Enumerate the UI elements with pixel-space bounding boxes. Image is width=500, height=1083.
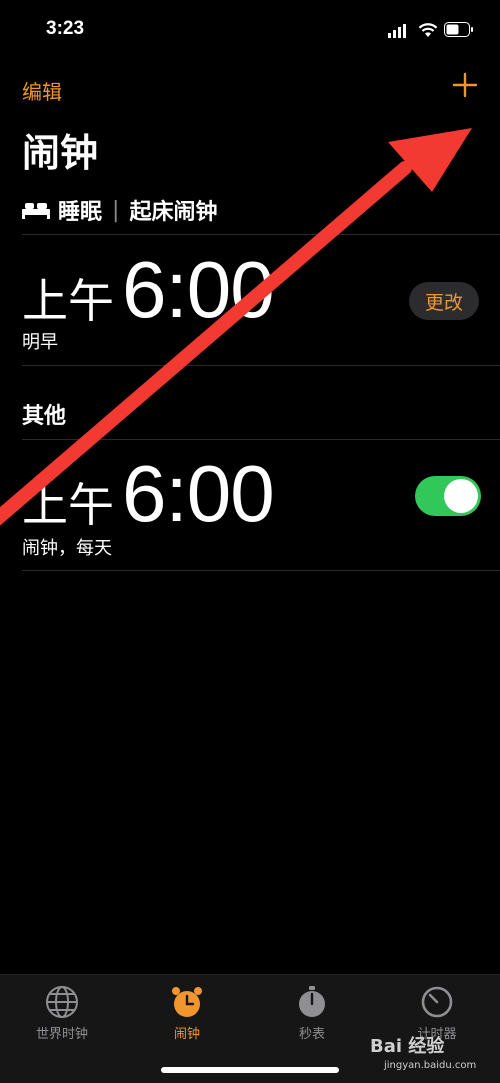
edit-button[interactable]: 编辑: [22, 76, 62, 105]
tab-label: 闹钟: [173, 1027, 200, 1042]
wifi-icon: [418, 23, 438, 37]
page-title: 闹钟: [22, 131, 99, 175]
status-time: 3:23: [46, 18, 85, 39]
sleep-label: 睡眠: [58, 200, 103, 225]
alarm-time: 6:00: [122, 449, 275, 538]
bed-icon: [22, 203, 50, 219]
home-indicator[interactable]: [161, 1067, 339, 1073]
globe-icon: [46, 986, 78, 1018]
tab-world-clock[interactable]: 世界时钟: [7, 985, 117, 1042]
alarm-subtitle: 闹钟，每天: [22, 538, 112, 559]
section-header-other: 其他: [22, 404, 67, 429]
tab-label: 世界时钟: [35, 1027, 88, 1042]
ampm-label: 上午: [22, 274, 114, 328]
timer-icon: [421, 986, 453, 1018]
alarm-time: 6:00: [122, 245, 275, 334]
alarm-toggle[interactable]: [415, 476, 481, 516]
divider: [22, 570, 500, 571]
change-button[interactable]: 更改: [409, 282, 479, 320]
divider: [22, 439, 500, 440]
tab-alarm[interactable]: 闹钟: [132, 985, 242, 1042]
sleep-header: 睡眠 | 起床闹钟: [22, 194, 217, 226]
alarm-clock-icon: [172, 987, 202, 1017]
sleep-separator: |: [112, 197, 120, 223]
stopwatch-icon: [299, 986, 325, 1017]
divider: [22, 234, 500, 235]
battery-icon: [444, 22, 473, 37]
tab-stopwatch[interactable]: 秒表: [257, 985, 367, 1042]
divider: [22, 365, 500, 366]
ampm-label: 上午: [22, 478, 114, 532]
cellular-signal-icon: [388, 24, 406, 38]
add-alarm-button[interactable]: [452, 72, 478, 98]
watermark-brand: Bai 经验: [370, 1036, 445, 1057]
alarm-row-time[interactable]: 上午 6:00: [22, 448, 275, 540]
sleep-alarm-subtitle: 明早: [22, 332, 58, 353]
watermark-url: jingyan.baidu.com: [384, 1060, 477, 1071]
toggle-knob: [444, 479, 478, 513]
tab-label: 秒表: [298, 1027, 325, 1042]
sleep-alarm-time: 上午 6:00: [22, 244, 275, 336]
wake-alarm-label: 起床闹钟: [129, 200, 218, 225]
